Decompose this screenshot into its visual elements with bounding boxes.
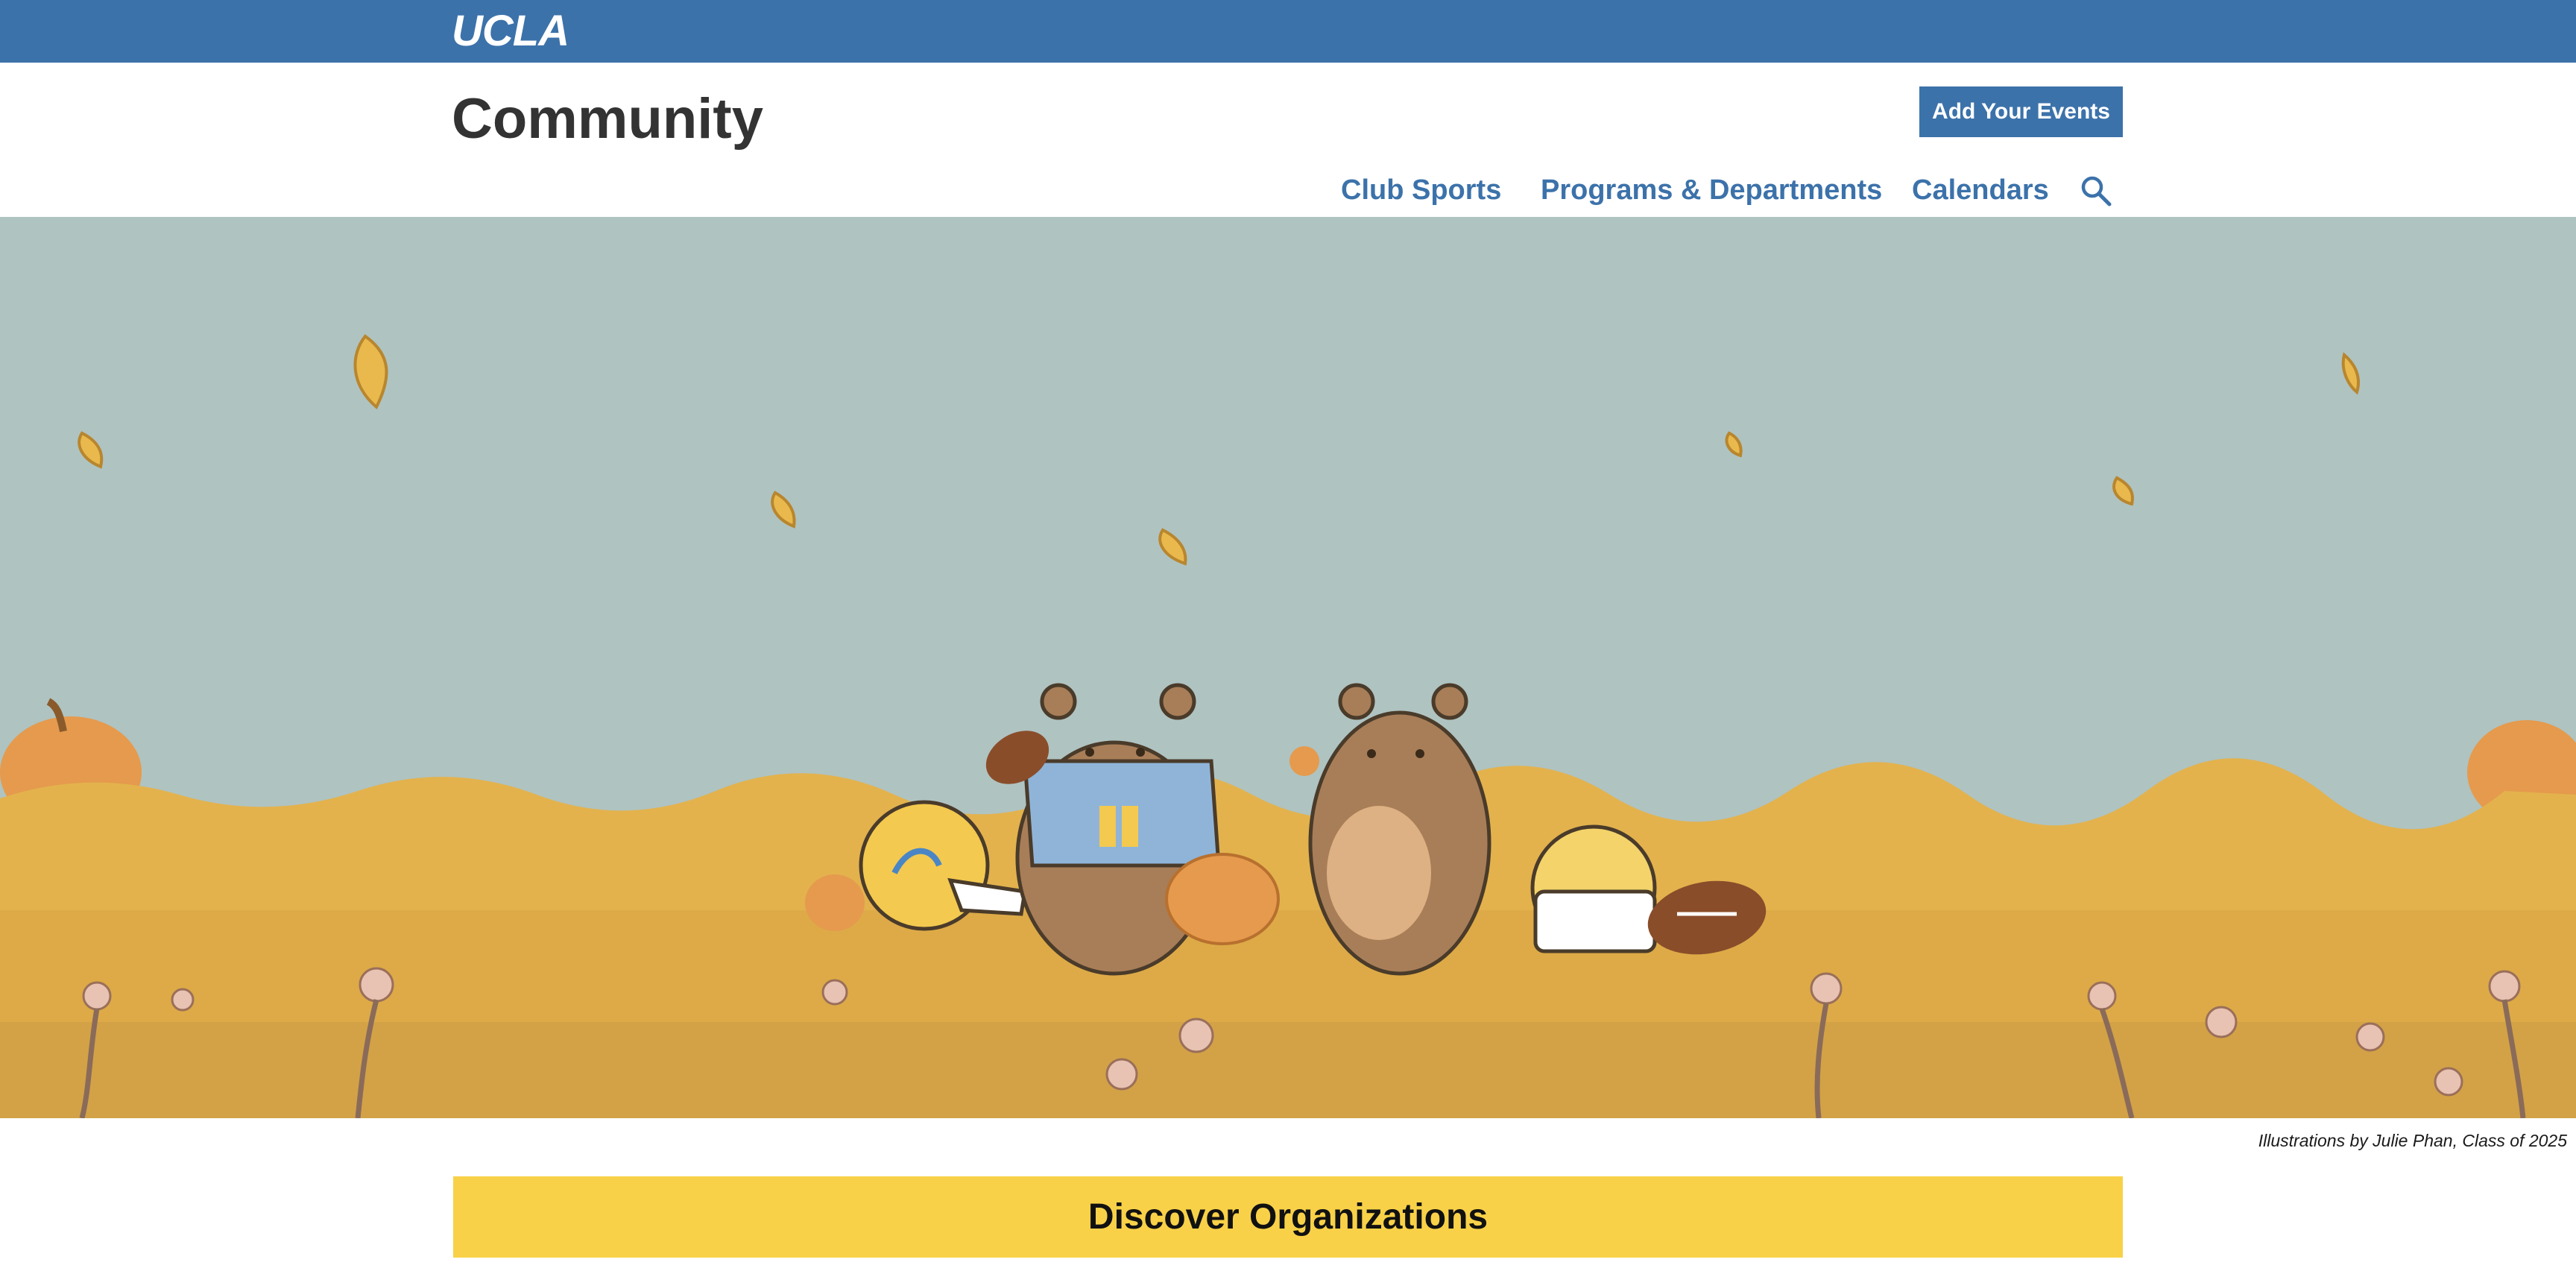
- illustration-credit: Illustrations by Julie Phan, Class of 20…: [2258, 1131, 2567, 1150]
- add-events-button[interactable]: Add Your Events: [1919, 86, 2123, 137]
- main-nav: Club Sports Programs & Departments Calen…: [0, 174, 2576, 212]
- page-title[interactable]: Community: [452, 86, 763, 151]
- hero-illustration: [0, 217, 2576, 1118]
- helmet-icon: [1530, 824, 1657, 953]
- ucla-logo[interactable]: UCLA: [452, 6, 569, 56]
- discover-organizations-button[interactable]: Discover Organizations: [453, 1176, 2123, 1258]
- nav-programs-departments[interactable]: Programs & Departments: [1541, 174, 1882, 206]
- top-bar: UCLA: [0, 0, 2576, 63]
- nav-calendars[interactable]: Calendars: [1912, 174, 2049, 206]
- discover-organizations-label: Discover Organizations: [1087, 1197, 1489, 1237]
- nav-club-sports[interactable]: Club Sports: [1341, 174, 1501, 206]
- search-icon[interactable]: [2080, 174, 2112, 207]
